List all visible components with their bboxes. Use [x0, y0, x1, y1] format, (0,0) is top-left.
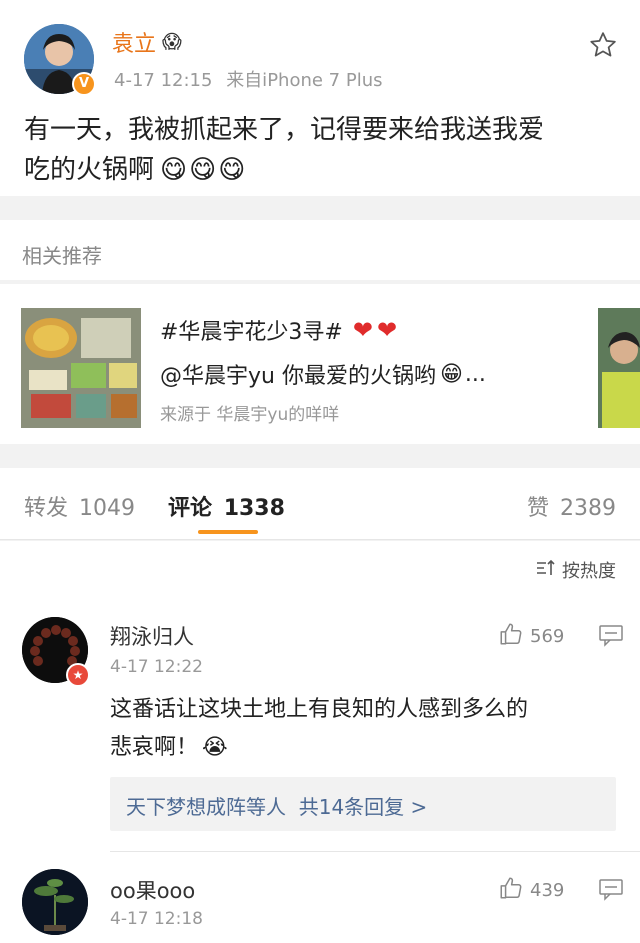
post-text-line2-row: 吃的火锅啊 😋😋😋 [24, 150, 544, 190]
comment-item: oo果ooo 4-17 12:18 439 [0, 865, 640, 943]
author-name[interactable]: 袁立 [112, 26, 156, 58]
post-source: 来自iPhone 7 Plus [226, 70, 383, 91]
tab-like-label: 赞 [526, 496, 549, 521]
recommend-next-thumbnail[interactable] [598, 308, 640, 428]
author-name-row: 袁立 😱 [112, 27, 182, 57]
member-badge-icon: ★ [66, 663, 90, 687]
heart-icon: ❤❤ [352, 316, 402, 344]
post-text: 有一天，我被抓起来了，记得要来给我送我爱 吃的火锅啊 😋😋😋 [24, 110, 544, 190]
favorite-star-icon[interactable] [588, 30, 618, 60]
comment-text-line2: 悲哀啊！ [110, 735, 199, 760]
comment-reply-icon[interactable] [598, 877, 624, 905]
comment-divider [110, 851, 640, 852]
tab-like-count: 2389 [560, 496, 616, 521]
reply-preview[interactable]: 天下梦想成阵等人 共14条回复 > [110, 777, 616, 831]
sort-label: 按热度 [562, 561, 616, 582]
post-emojis: 😋😋😋 [160, 155, 248, 185]
commenter-avatar[interactable] [22, 869, 88, 935]
tab-like[interactable]: 赞 2389 [527, 490, 616, 522]
comment-like-count: 569 [530, 626, 565, 647]
post-text-line2: 吃的火锅啊 [24, 155, 155, 185]
thumbs-up-icon [498, 875, 524, 906]
thumbs-up-icon [498, 621, 524, 652]
comment-reply-icon[interactable] [598, 623, 624, 651]
reply-preview-text: 天下梦想成阵等人 共14条回复 > [126, 795, 428, 819]
post-meta: 4-17 12:15 来自iPhone 7 Plus [114, 66, 382, 92]
recommend-header: 相关推荐 [22, 244, 102, 268]
post-text-line1: 有一天，我被抓起来了，记得要来给我送我爱 [24, 115, 545, 145]
comment-time: 4-17 12:18 [110, 909, 203, 929]
recommend-desc: @华晨宇yu 你最爱的火锅哟 [160, 364, 436, 389]
recommend-source: 来源于 华晨宇yu的咩咩 [160, 405, 340, 425]
tab-repost[interactable]: 转发 1049 [24, 490, 135, 522]
post-time: 4-17 12:15 [114, 70, 213, 91]
comment-item: ★ 翔泳归人 4-17 12:22 569 这番话让这块土地上有良知的人感到多么… [0, 609, 640, 849]
comment-text-line1: 这番话让这块土地上有良知的人感到多么的 [110, 697, 529, 722]
sort-button[interactable]: 按热度 [536, 557, 616, 583]
crying-emoji: 😭 [202, 735, 228, 760]
comment-text-line2-row: 悲哀啊！ 😭 [110, 729, 528, 767]
recommend-card[interactable]: #华晨宇花少3寻# ❤❤ @华晨宇yu 你最爱的火锅哟 😁 ... 来源于 华晨… [0, 284, 640, 444]
verified-badge-icon: V [72, 72, 96, 96]
comment-like-count: 439 [530, 880, 565, 901]
sort-icon [536, 559, 556, 582]
recommend-desc-ellipsis: ... [464, 361, 486, 387]
tab-comment-count: 1338 [223, 496, 285, 521]
commenter-name[interactable]: oo果ooo [110, 875, 195, 905]
recommend-header-bar: 相关推荐 [0, 220, 640, 280]
tab-bar: 转发 1049 评论 1338 赞 2389 [0, 468, 640, 540]
recommend-desc-row: @华晨宇yu 你最爱的火锅哟 😁 ... [160, 358, 486, 390]
comment-text: 这番话让这块土地上有良知的人感到多么的 悲哀啊！ 😭 [110, 691, 528, 767]
comment-time: 4-17 12:22 [110, 657, 203, 677]
tab-comment[interactable]: 评论 1338 [168, 490, 285, 522]
comments-section: 按热度 ★ 翔泳归人 4-17 12:22 569 这番话让这块土地上有良知的人… [0, 541, 640, 943]
recommend-thumbnail [21, 308, 141, 428]
tab-repost-count: 1049 [79, 496, 136, 521]
tab-comment-label: 评论 [168, 496, 213, 521]
comment-like-button[interactable]: 569 [498, 621, 564, 652]
author-emoji: 😱 [162, 31, 182, 53]
recommend-desc-emoji: 😁 [439, 361, 463, 387]
tab-repost-label: 转发 [24, 496, 69, 521]
post-card: V 袁立 😱 4-17 12:15 来自iPhone 7 Plus 有一天，我被… [0, 0, 640, 196]
recommend-title[interactable]: #华晨宇花少3寻# [160, 314, 343, 346]
comment-like-button[interactable]: 439 [498, 875, 564, 906]
commenter-name[interactable]: 翔泳归人 [110, 621, 194, 651]
recommend-title-row: #华晨宇花少3寻# ❤❤ [160, 314, 401, 346]
tab-active-indicator [198, 530, 258, 534]
